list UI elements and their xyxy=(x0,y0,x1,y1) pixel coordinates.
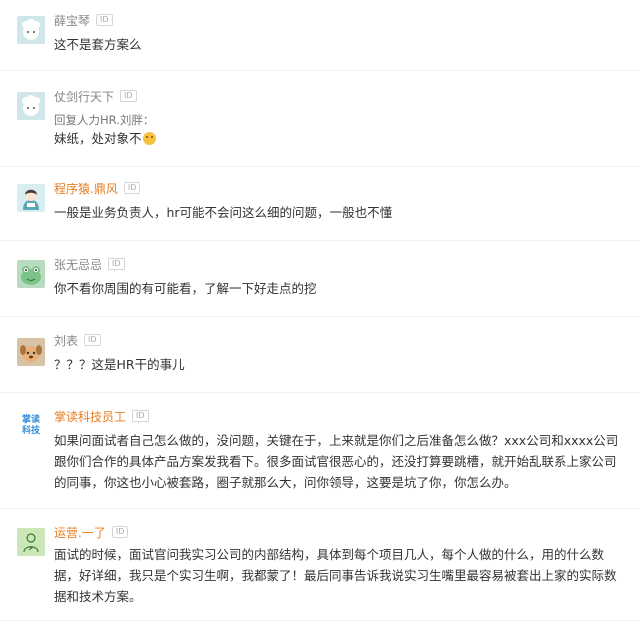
smile-emoji-icon xyxy=(142,132,156,145)
sheep-avatar-icon[interactable] xyxy=(17,92,45,120)
reply-to: 回复人力HR.刘胖： xyxy=(54,113,155,127)
girl-avatar-icon[interactable] xyxy=(17,184,45,212)
company-text-avatar-icon[interactable]: 掌读 科技 xyxy=(17,412,45,440)
divider xyxy=(0,166,640,167)
comment-text: 你不看你周围的有可能看，了解一下好走点的挖 xyxy=(54,281,317,296)
id-badge: ID xyxy=(123,182,141,194)
username[interactable]: 仗剑行天下 xyxy=(54,88,114,105)
username[interactable]: 张无忌忌 xyxy=(54,256,102,273)
comment-text: 一般是业务负责人，hr可能不会问这么细的问题，一般也不懂 xyxy=(54,205,393,220)
id-badge: ID xyxy=(132,410,149,422)
divider xyxy=(0,392,640,393)
frog-avatar-icon[interactable] xyxy=(17,260,45,288)
comment-text: 如果问面试者自己怎么做的，没问题，关键在于，上来就是你们之后准备怎么做？xxx公… xyxy=(54,433,619,490)
divider xyxy=(0,316,640,317)
username[interactable]: 掌读科技员工 xyxy=(54,408,126,425)
person-avatar-icon[interactable] xyxy=(17,528,45,556)
comment-text: 这不是套方案么 xyxy=(54,37,142,52)
username[interactable]: 刘表 xyxy=(54,332,78,349)
divider xyxy=(0,70,640,71)
divider xyxy=(0,620,640,621)
divider xyxy=(0,240,640,241)
username[interactable]: 程序猿.鼎风 xyxy=(54,180,118,197)
sheep-avatar-icon[interactable] xyxy=(17,16,45,44)
username[interactable]: 运营.一了 xyxy=(54,524,106,541)
comment-text-content: 妹纸，处对象不 xyxy=(54,131,142,146)
divider xyxy=(0,508,640,509)
dog-avatar-icon[interactable] xyxy=(17,338,45,366)
id-badge: ID xyxy=(120,90,137,102)
id-badge: ID xyxy=(96,14,113,26)
id-badge: ID xyxy=(84,334,101,346)
id-badge: ID xyxy=(108,258,125,270)
username[interactable]: 薛宝琴 xyxy=(54,12,90,29)
comment-text: 妹纸，处对象不 xyxy=(54,128,624,149)
id-badge: ID xyxy=(111,526,129,538)
comment-text: 面试的时候，面试官问我实习公司的内部结构，具体到每个项目几人，每个人做的什么，用… xyxy=(54,547,617,604)
avatar-text: 掌读 科技 xyxy=(21,415,40,436)
comment-text: ？？？这是HR干的事儿 xyxy=(54,357,185,372)
